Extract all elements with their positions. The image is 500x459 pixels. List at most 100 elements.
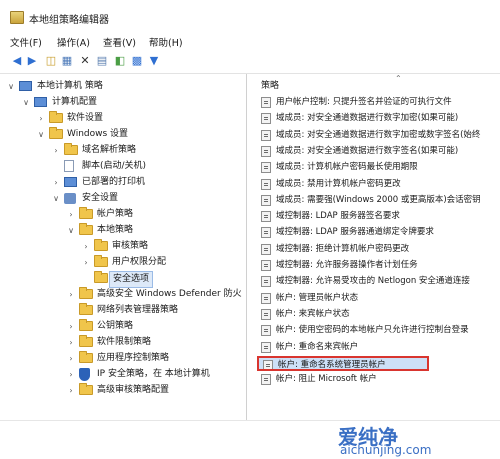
chevron-right-icon[interactable]: › <box>66 383 76 398</box>
tree-node-label: Windows 设置 <box>67 129 129 139</box>
policy-label: 帐户: 来宾帐户状态 <box>276 308 350 319</box>
tree-node[interactable]: ∨ 本地计算机 策略 <box>6 79 240 94</box>
chevron-right-icon[interactable]: › <box>66 335 76 350</box>
policy-row[interactable]: 用户帐户控制: 只提升签名并验证的可执行文件 <box>257 95 500 110</box>
policy-label: 帐户: 重命名来宾帐户 <box>276 341 359 352</box>
policy-label: 域控制器: LDAP 服务器签名要求 <box>276 211 400 222</box>
folder-icon <box>79 303 93 315</box>
chevron-down-icon[interactable]: ∨ <box>51 191 61 206</box>
chevron-right-icon[interactable]: › <box>51 143 61 158</box>
policy-row[interactable]: 帐户: 管理员帐户状态 <box>257 291 500 306</box>
chevron-right-icon[interactable]: › <box>66 351 76 366</box>
folder-icon <box>79 351 93 363</box>
document-icon <box>64 160 74 172</box>
tree-node-selected[interactable]: 安全选项 <box>81 271 240 288</box>
forward-icon[interactable]: ▶ <box>25 54 39 68</box>
policy-row[interactable]: 域控制器: LDAP 服务器通道绑定令牌要求 <box>257 225 500 240</box>
policy-row[interactable]: 域成员: 对安全通道数据进行数字加密(如果可能) <box>257 111 500 126</box>
menu-file[interactable]: 文件(F) <box>10 35 42 49</box>
tree-node[interactable]: › 域名解析策略 <box>51 143 240 158</box>
policy-row[interactable]: 域控制器: 允许服务器操作者计划任务 <box>257 258 500 273</box>
up-icon[interactable]: ◫ <box>44 54 58 68</box>
tree-node[interactable]: ∨ 安全设置 <box>51 191 240 206</box>
folder-icon <box>79 335 93 347</box>
tree-node-label: 软件限制策略 <box>97 337 152 347</box>
chevron-right-icon[interactable]: › <box>81 255 91 270</box>
column-header-policy[interactable]: 策略 ⌃ <box>253 74 500 92</box>
chevron-right-icon[interactable]: › <box>51 175 61 190</box>
menu-action[interactable]: 操作(A) <box>57 35 90 49</box>
chevron-down-icon[interactable]: ∨ <box>21 95 31 110</box>
policy-icon <box>261 374 271 386</box>
tree-node[interactable]: ∨ Windows 设置 <box>36 127 240 142</box>
policy-icon <box>261 260 271 271</box>
tree-node[interactable]: › 软件限制策略 <box>66 335 240 350</box>
chevron-right-icon[interactable]: › <box>66 287 76 302</box>
policy-icon <box>261 145 271 157</box>
export-icon[interactable]: ◧ <box>113 54 127 68</box>
tree-node[interactable]: › 用户权限分配 <box>81 255 240 270</box>
delete-icon[interactable]: ✕ <box>78 54 92 68</box>
policy-icon <box>261 227 271 239</box>
back-icon[interactable]: ◀ <box>10 54 24 68</box>
tree-node-label: 域名解析策略 <box>82 145 137 155</box>
chevron-down-icon[interactable]: ∨ <box>36 127 46 142</box>
properties-icon[interactable]: ▤ <box>95 54 109 68</box>
policy-row[interactable]: 域成员: 计算机帐户密码最长使用期限 <box>257 160 500 175</box>
policy-label: 用户帐户控制: 只提升签名并验证的可执行文件 <box>276 97 452 107</box>
tree-node-label: 计算机配置 <box>52 97 98 107</box>
window-title: 本地组策略编辑器 <box>29 15 109 26</box>
filter-icon[interactable]: ▼ <box>147 54 161 68</box>
chevron-right-icon[interactable]: › <box>36 111 46 126</box>
policy-label: 域控制器: LDAP 服务器通道绑定令牌要求 <box>276 227 434 238</box>
chevron-down-icon[interactable]: ∨ <box>66 223 76 238</box>
folder-icon <box>49 111 63 123</box>
tree-node[interactable]: › 帐户策略 <box>66 207 240 222</box>
policy-row[interactable]: 帐户: 重命名来宾帐户 <box>257 340 500 355</box>
policy-icon <box>261 97 271 108</box>
tree-node-label: 本地计算机 策略 <box>37 81 103 91</box>
computer-icon <box>34 97 47 107</box>
tree-node[interactable]: 网络列表管理器策略 <box>66 303 240 318</box>
menu-help[interactable]: 帮助(H) <box>149 35 183 49</box>
policy-icon <box>261 113 271 125</box>
help-icon[interactable]: ▩ <box>130 54 144 68</box>
policy-row[interactable]: 域成员: 需要强(Windows 2000 或更高版本)会话密钥 <box>257 193 500 208</box>
policy-row-selected[interactable]: 帐户: 重命名系统管理员帐户 <box>257 355 429 371</box>
chevron-right-icon[interactable]: › <box>81 239 91 254</box>
show-tree-icon[interactable]: ▦ <box>60 54 74 68</box>
chevron-right-icon[interactable]: › <box>66 207 76 222</box>
tree-node-label: 审核策略 <box>112 241 149 251</box>
policy-row[interactable]: 域成员: 禁用计算机帐户密码更改 <box>257 177 500 192</box>
tree-node[interactable]: › 公钥策略 <box>66 319 240 334</box>
tree-node[interactable]: 脚本(启动/关机) <box>51 159 240 174</box>
policy-row[interactable]: 帐户: 阻止 Microsoft 帐户 <box>257 372 500 387</box>
folder-icon <box>79 383 93 395</box>
policy-label: 域成员: 对安全通道数据进行数字加密(如果可能) <box>276 113 459 124</box>
tree-node[interactable]: › 已部署的打印机 <box>51 175 240 190</box>
tree-node[interactable]: › 软件设置 <box>36 111 240 126</box>
tree-node[interactable]: › 应用程序控制策略 <box>66 351 240 366</box>
menu-view[interactable]: 查看(V) <box>103 35 136 49</box>
policy-row[interactable]: 帐户: 来宾帐户状态 <box>257 307 500 322</box>
folder-icon <box>79 223 93 235</box>
tree-node[interactable]: › IP 安全策略，在 本地计算机 <box>66 367 240 382</box>
policy-icon <box>263 359 273 369</box>
tree-node[interactable]: › 审核策略 <box>81 239 240 254</box>
policy-icon <box>261 325 271 337</box>
tree-node[interactable]: › 高级审核策略配置 <box>66 383 240 398</box>
tree-node[interactable]: ∨ 计算机配置 <box>21 95 240 110</box>
chevron-down-icon[interactable]: ∨ <box>6 79 16 94</box>
chevron-right-icon[interactable]: › <box>66 319 76 334</box>
tree-node[interactable]: ∨ 本地策略 <box>66 223 240 238</box>
chevron-right-icon[interactable]: › <box>66 367 76 382</box>
policy-row[interactable]: 域控制器: LDAP 服务器签名要求 <box>257 209 500 224</box>
policy-row[interactable]: 域成员: 对安全通道数据进行数字签名(如果可能) <box>257 144 500 159</box>
policy-row[interactable]: 域控制器: 拒绝计算机帐户密码更改 <box>257 242 500 257</box>
tree-node-label: 安全设置 <box>82 193 119 203</box>
tree-node[interactable]: › 高级安全 Windows Defender 防火 <box>66 287 242 302</box>
policy-row[interactable]: 域成员: 对安全通道数据进行数字加密或数字签名(始终 <box>257 128 500 143</box>
policy-row[interactable]: 帐户: 使用空密码的本地帐户只允许进行控制台登录 <box>257 323 500 338</box>
policy-row[interactable]: 域控制器: 允许易受攻击的 Netlogon 安全通道连接 <box>257 274 500 289</box>
folder-icon <box>94 255 108 267</box>
